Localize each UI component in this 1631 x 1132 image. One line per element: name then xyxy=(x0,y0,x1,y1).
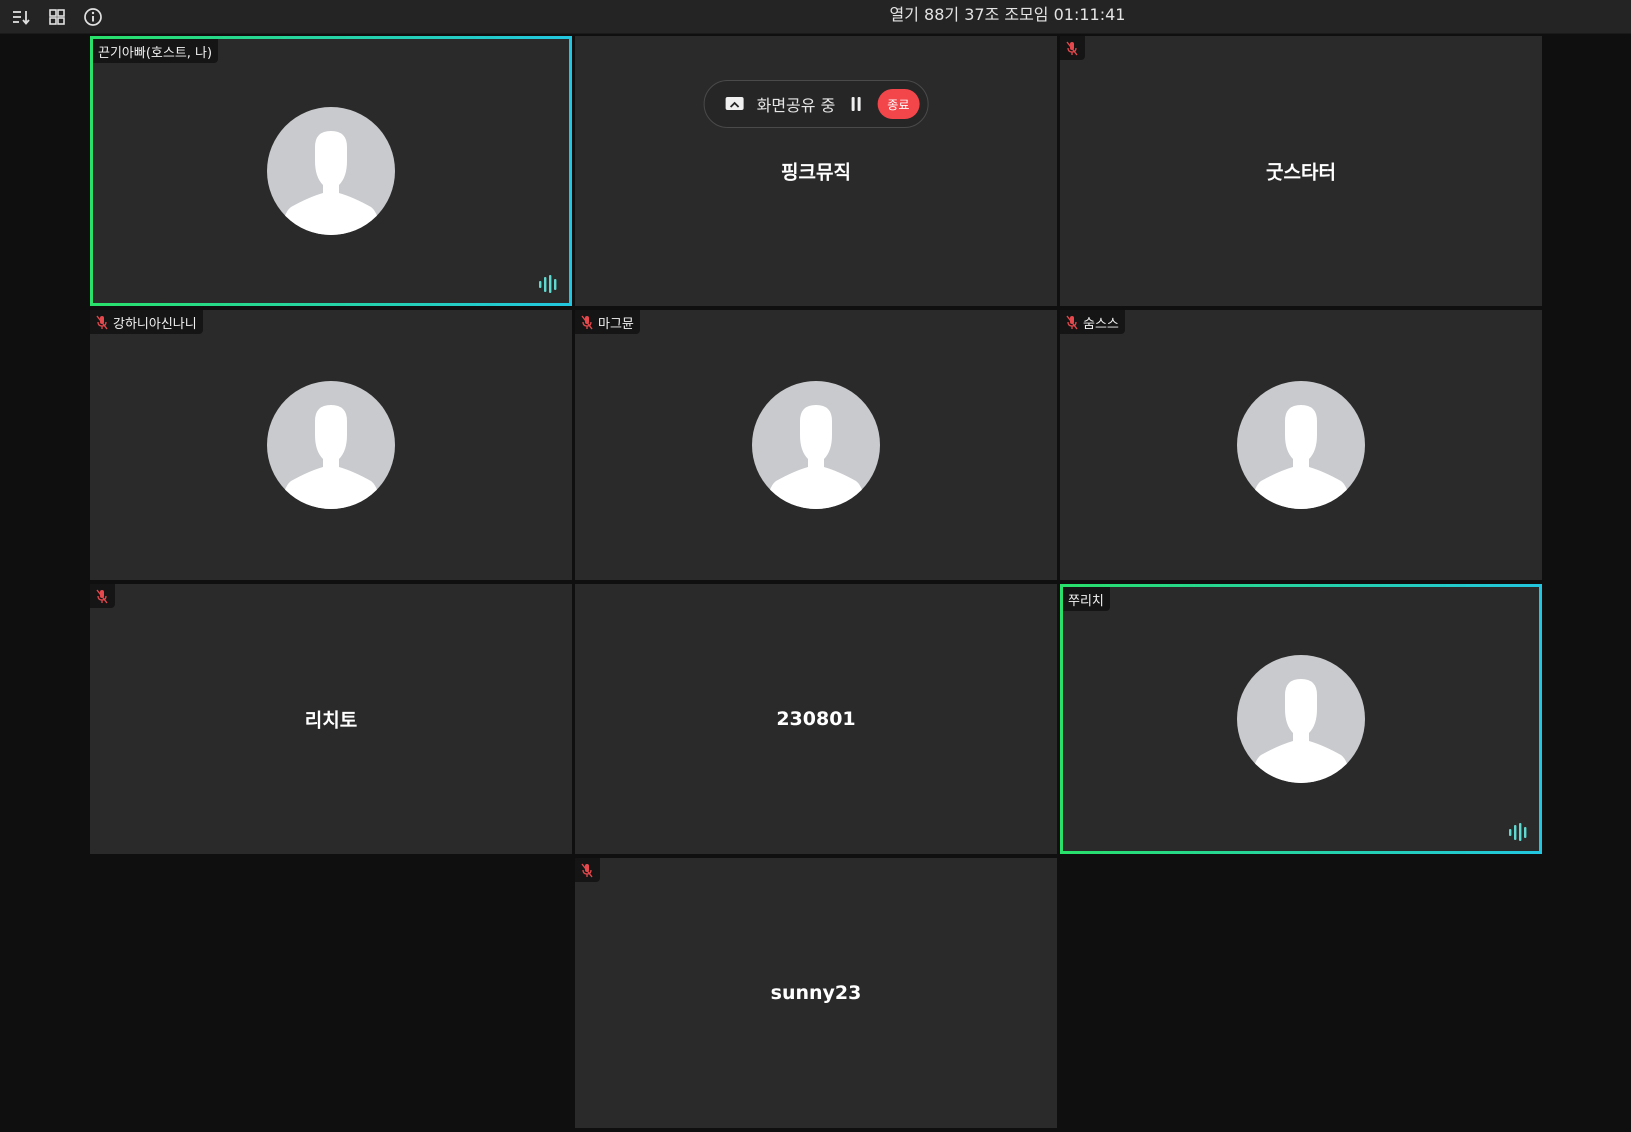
participant-tile[interactable]: 숨스스 xyxy=(1060,310,1542,580)
participant-name: 쭈리치 xyxy=(1068,593,1104,609)
screen-share-icon xyxy=(725,97,744,110)
avatar xyxy=(267,381,395,509)
mic-muted-icon xyxy=(95,588,109,604)
mic-muted-icon xyxy=(1065,314,1079,330)
participant-tile[interactable]: 230801 xyxy=(575,584,1057,854)
participant-name-tag: 마그뮨 xyxy=(575,310,640,334)
participant-name: 강하니아신나니 xyxy=(113,316,197,332)
participant-name: 핑크뮤직 xyxy=(781,161,851,184)
participant-tile[interactable]: 끈기아빠(호스트, 나) xyxy=(90,36,572,306)
top-toolbar: 열기 88기 37조 조모임 01:11:41 xyxy=(0,0,1631,34)
participant-name-tag: 숨스스 xyxy=(1060,310,1125,334)
participant-tile[interactable]: 마그뮨 xyxy=(575,310,1057,580)
audio-level-icon xyxy=(1509,823,1527,841)
audio-level-icon xyxy=(539,275,557,293)
participant-name: 숨스스 xyxy=(1083,316,1119,332)
participant-name-tag: 쭈리치 xyxy=(1063,587,1110,611)
participant-name-tag xyxy=(90,584,115,608)
participant-name-tag xyxy=(575,858,600,882)
participant-name: 끈기아빠(호스트, 나) xyxy=(98,45,213,61)
participant-name: sunny23 xyxy=(770,982,862,1004)
participant-name: 리치토 xyxy=(304,709,358,732)
screen-share-bar: 화면공유 중 종료 xyxy=(703,80,929,128)
participant-name: 230801 xyxy=(776,708,856,730)
mic-muted-icon xyxy=(95,314,109,330)
video-grid: 끈기아빠(호스트, 나) 화면공유 중 종료 핑크뮤직 굿스타터 강하니아신나니… xyxy=(0,34,1631,1132)
participant-name: 마그뮨 xyxy=(598,316,634,332)
participant-name: 굿스타터 xyxy=(1266,161,1336,184)
avatar xyxy=(1237,655,1365,783)
screen-share-label: 화면공유 중 xyxy=(756,96,836,115)
participant-name-tag xyxy=(1060,36,1085,60)
mic-muted-icon xyxy=(580,862,594,878)
avatar xyxy=(1237,381,1365,509)
stop-share-button[interactable]: 종료 xyxy=(877,89,920,119)
participant-tile[interactable]: 쭈리치 xyxy=(1060,584,1542,854)
participant-name-tag: 끈기아빠(호스트, 나) xyxy=(93,39,219,63)
participant-tile[interactable]: 화면공유 중 종료 핑크뮤직 xyxy=(575,36,1057,306)
participant-tile[interactable]: 강하니아신나니 xyxy=(90,310,572,580)
mic-muted-icon xyxy=(1065,40,1079,56)
participant-tile[interactable]: 굿스타터 xyxy=(1060,36,1542,306)
pause-share-button[interactable] xyxy=(847,94,865,114)
participant-tile[interactable]: 리치토 xyxy=(90,584,572,854)
participant-tile[interactable]: sunny23 xyxy=(575,858,1057,1128)
mic-muted-icon xyxy=(580,314,594,330)
avatar xyxy=(752,381,880,509)
participant-name-tag: 강하니아신나니 xyxy=(90,310,203,334)
avatar xyxy=(267,107,395,235)
meeting-title: 열기 88기 37조 조모임 01:11:41 xyxy=(889,5,1126,24)
